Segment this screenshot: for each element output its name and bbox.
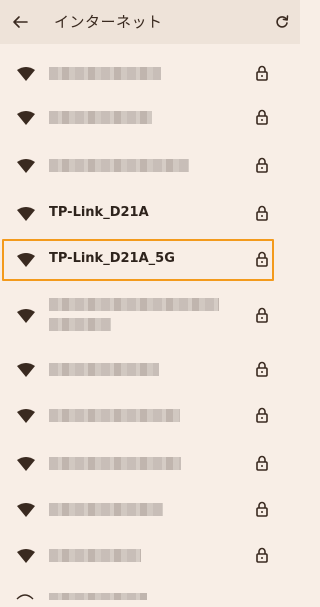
network-row[interactable]	[0, 144, 300, 184]
refresh-button[interactable]	[270, 10, 294, 34]
lock-icon	[256, 65, 268, 81]
wifi-icon	[17, 159, 35, 173]
wifi-icon	[17, 363, 35, 377]
lock-icon	[256, 407, 268, 423]
wifi-icon	[17, 111, 35, 125]
network-ssid-obscured	[49, 593, 147, 600]
network-row[interactable]	[0, 534, 300, 574]
lock-icon	[256, 157, 268, 173]
network-ssid-obscured	[49, 363, 159, 376]
network-row[interactable]	[0, 394, 300, 434]
wifi-icon	[17, 503, 35, 517]
lock-icon	[256, 251, 268, 267]
lock-icon	[256, 501, 268, 517]
network-row[interactable]	[0, 488, 300, 528]
network-row-selected[interactable]: TP-Link_D21A_5G	[0, 240, 300, 280]
network-ssid-obscured	[49, 457, 181, 470]
network-row[interactable]	[0, 442, 300, 482]
lock-icon	[256, 361, 268, 377]
wifi-icon	[17, 457, 35, 471]
network-ssid: TP-Link_D21A	[49, 205, 149, 220]
network-ssid-obscured	[49, 409, 180, 422]
wifi-outline-icon	[16, 593, 34, 607]
network-ssid-obscured	[49, 549, 141, 562]
back-button[interactable]	[8, 10, 32, 34]
network-ssid-obscured	[49, 67, 161, 80]
lock-icon	[256, 205, 268, 221]
lock-icon	[256, 109, 268, 125]
network-list: TP-Link_D21A TP-Link_D21A_5G	[0, 44, 300, 600]
network-ssid-obscured	[49, 159, 189, 172]
page-title: インターネット	[54, 13, 163, 31]
wifi-icon	[17, 67, 35, 81]
network-ssid: TP-Link_D21A_5G	[49, 251, 175, 266]
network-row[interactable]: TP-Link_D21A	[0, 192, 300, 232]
wifi-icon	[17, 549, 35, 563]
lock-icon	[256, 547, 268, 563]
network-row[interactable]	[0, 288, 300, 340]
wifi-icon	[17, 253, 35, 267]
lock-icon	[256, 455, 268, 471]
lock-icon	[256, 307, 268, 323]
network-row[interactable]	[0, 348, 300, 388]
arrow-left-icon	[13, 16, 28, 28]
network-row[interactable]	[0, 52, 300, 92]
wifi-icon	[17, 409, 35, 423]
wifi-icon	[17, 207, 35, 221]
network-row[interactable]	[0, 96, 300, 136]
refresh-icon	[276, 15, 289, 28]
network-ssid-obscured	[49, 298, 219, 311]
wifi-icon	[17, 309, 35, 323]
network-ssid-obscured	[49, 111, 152, 124]
app-bar: インターネット	[0, 0, 300, 44]
network-ssid-obscured	[49, 318, 111, 331]
network-ssid-obscured	[49, 503, 163, 516]
